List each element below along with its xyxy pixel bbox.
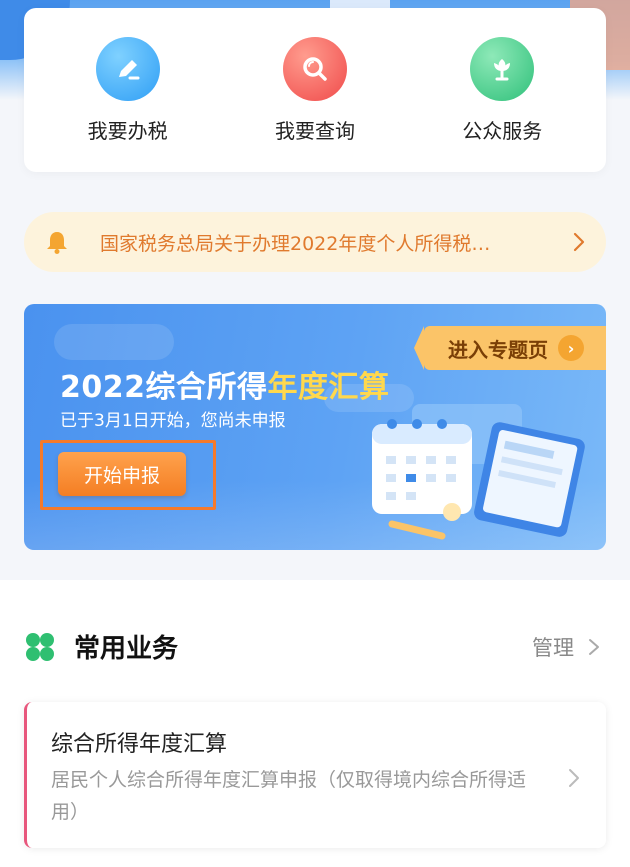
chevron-right-icon: [569, 769, 579, 787]
calendar-document-illustration: [372, 404, 585, 540]
quick-action-query[interactable]: 我要查询: [235, 36, 395, 144]
arrow-right-circle-icon: ›: [558, 335, 584, 361]
enter-topic-button[interactable]: 进入专题页 ›: [414, 326, 606, 370]
cloud-decoration: [54, 324, 174, 360]
common-business-section: 常用业务 管理 综合所得年度汇算 居民个人综合所得年度汇算申报（仅取得境内综合所…: [0, 580, 630, 867]
start-declaration-button[interactable]: 开始申报: [58, 452, 186, 496]
manage-label: 管理: [532, 636, 574, 660]
flower-service-icon: [470, 36, 535, 101]
manage-button[interactable]: 管理: [532, 632, 600, 662]
notice-bar[interactable]: 国家税务总局关于办理2022年度个人所得税…: [24, 212, 606, 272]
quick-actions-card: 我要办税 我要查询 公众服务: [24, 8, 606, 172]
banner-title: 2022综合所得年度汇算: [60, 362, 390, 406]
quick-action-label: 公众服务: [462, 118, 543, 143]
enter-topic-label: 进入专题页: [448, 337, 548, 362]
section-header: 常用业务: [24, 628, 178, 665]
banner-title-prefix: 2022综合所得: [60, 370, 268, 405]
chevron-right-icon: [573, 232, 585, 252]
business-item-card[interactable]: 综合所得年度汇算 居民个人综合所得年度汇算申报（仅取得境内综合所得适用）: [24, 702, 606, 848]
bell-icon: [47, 232, 67, 254]
quick-action-public-service[interactable]: 公众服务: [422, 36, 582, 144]
quick-action-label: 我要办税: [87, 118, 168, 143]
search-icon: [282, 36, 347, 101]
notice-text: 国家税务总局关于办理2022年度个人所得税…: [100, 232, 491, 255]
grid-clover-icon: [26, 632, 54, 661]
business-item-description: 居民个人综合所得年度汇算申报（仅取得境内综合所得适用）: [51, 769, 527, 823]
banner-subtitle: 已于3月1日开始，您尚未申报: [60, 411, 286, 431]
section-title: 常用业务: [74, 634, 179, 664]
business-item-title: 综合所得年度汇算: [51, 732, 228, 757]
annual-settlement-banner[interactable]: 进入专题页 › 2022综合所得年度汇算 已于3月1日开始，您尚未申报 开始申报: [24, 304, 606, 550]
pen-edit-icon: [95, 36, 160, 101]
quick-action-tax-handling[interactable]: 我要办税: [48, 36, 208, 144]
quick-action-label: 我要查询: [274, 118, 355, 143]
chevron-right-icon: [589, 639, 599, 655]
